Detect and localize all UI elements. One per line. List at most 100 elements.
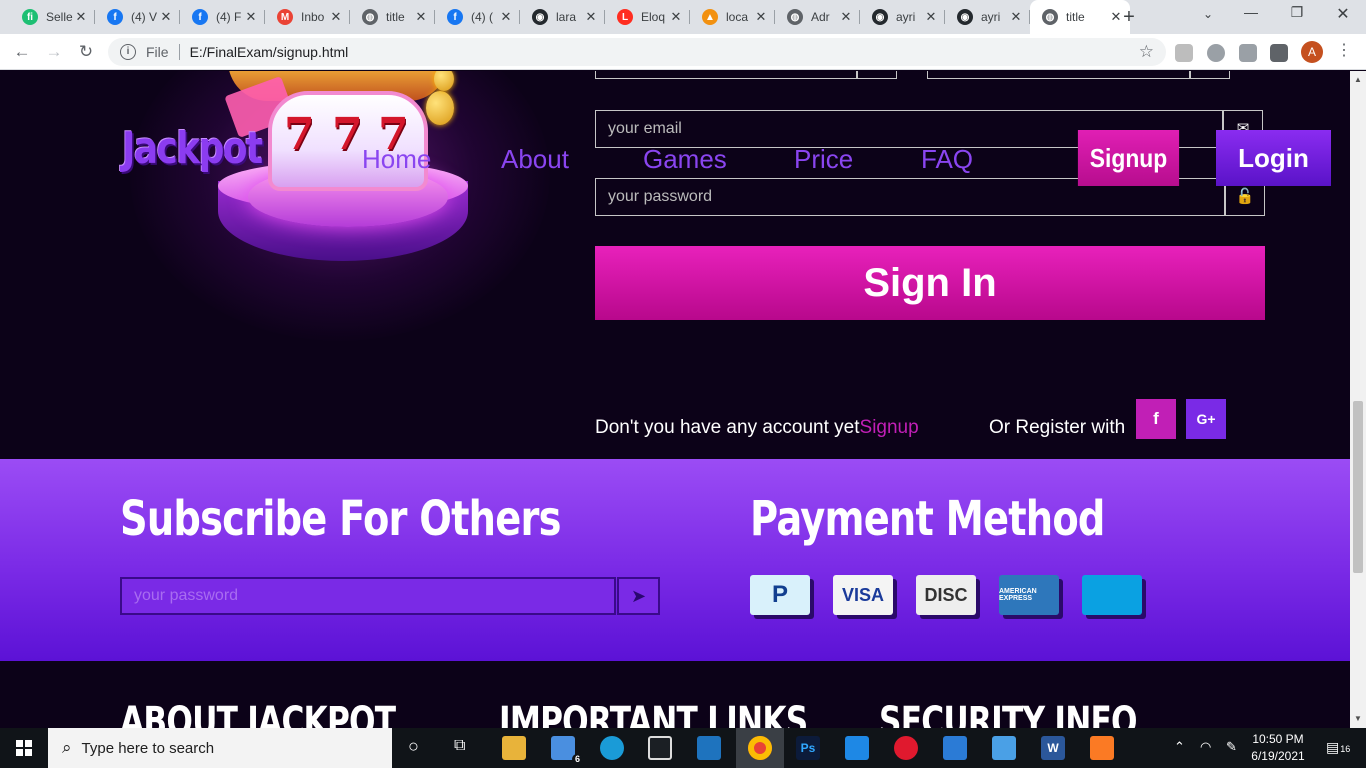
profile-avatar[interactable]: A [1301, 41, 1323, 63]
close-tab-icon[interactable]: ✕ [1008, 9, 1024, 25]
header-login-button[interactable]: Login [1216, 130, 1331, 186]
menu-kebab-icon[interactable]: ⋮ [1336, 40, 1352, 60]
xampp-icon[interactable] [1090, 736, 1114, 760]
close-tab-icon[interactable]: ✕ [668, 9, 684, 25]
browser-tab[interactable]: ▲ loca ✕ [690, 4, 775, 30]
cortana-icon[interactable]: ○ [408, 736, 419, 757]
opera-icon[interactable] [894, 736, 918, 760]
nav-price[interactable]: Price [794, 144, 853, 175]
mail-icon[interactable]: 6 [551, 736, 583, 764]
store-icon[interactable] [648, 736, 672, 760]
nav-about[interactable]: About [501, 144, 569, 175]
browser-tab[interactable]: M Inbo ✕ [265, 4, 350, 30]
discover-icon[interactable]: DISC [916, 575, 976, 615]
close-window-icon[interactable]: ✕ [1328, 4, 1358, 24]
file-explorer-icon[interactable] [502, 736, 526, 760]
task-view-icon[interactable]: ⧉ [454, 737, 465, 755]
chrome-icon[interactable] [748, 736, 772, 760]
edge-icon[interactable] [600, 736, 624, 760]
close-tab-icon[interactable]: ✕ [498, 9, 514, 25]
browser-tab[interactable]: ◉ lara ✕ [520, 4, 605, 30]
account-signup-link[interactable]: Signup [860, 417, 919, 438]
notification-center-icon[interactable]: ▤16 [1326, 739, 1350, 756]
system-clock[interactable]: 10:50 PM 6/19/2021 [1250, 731, 1306, 765]
close-tab-icon[interactable]: ✕ [583, 9, 599, 25]
maximize-icon[interactable]: ❐ [1282, 4, 1312, 21]
taskbar-search[interactable]: ⌕ Type here to search [48, 728, 392, 768]
new-tab-button[interactable]: + [1118, 6, 1140, 29]
close-tab-icon[interactable]: ✕ [328, 9, 344, 25]
search-icon: ⌕ [62, 738, 72, 757]
network-icon[interactable]: ◠ [1200, 739, 1211, 755]
tab-search-icon[interactable]: ⌄ [1193, 7, 1223, 21]
scroll-up-arrow[interactable]: ▲ [1354, 75, 1362, 84]
close-tab-icon[interactable]: ✕ [243, 9, 259, 25]
scrollbar-thumb[interactable] [1353, 401, 1363, 573]
minimize-icon[interactable]: — [1236, 4, 1266, 20]
photos-icon[interactable] [992, 736, 1016, 760]
site-logo[interactable]: Jackpot [122, 123, 263, 174]
browser-tab[interactable]: ◍ Adr ✕ [775, 4, 860, 30]
taskbar-search-placeholder: Type here to search [81, 739, 215, 757]
google-plus-icon[interactable]: G+ [1186, 399, 1226, 439]
visa-icon[interactable]: VISA [833, 575, 893, 615]
close-tab-icon[interactable]: ✕ [73, 9, 89, 25]
reload-icon[interactable]: ↻ [76, 42, 96, 62]
browser-tab[interactable]: f (4) V ✕ [95, 4, 180, 30]
globe-icon: ◍ [787, 9, 803, 25]
browser-tab[interactable]: ◉ ayri ✕ [945, 4, 1030, 30]
nav-games[interactable]: Games [643, 144, 727, 175]
vscode-icon[interactable] [845, 736, 869, 760]
send-icon[interactable]: ➤ [617, 577, 660, 615]
facebook-icon: f [447, 9, 463, 25]
browser-tab[interactable]: ◉ ayri ✕ [860, 4, 945, 30]
nav-faq[interactable]: FAQ [921, 144, 973, 175]
tab-title: ayri [981, 10, 1001, 24]
browser-tab[interactable]: f (4) F ✕ [180, 4, 265, 30]
page-scrollbar[interactable]: ▲ ▼ [1350, 71, 1366, 728]
browser-tab[interactable]: fi Selle ✕ [10, 4, 95, 30]
last-name-field[interactable] [927, 71, 1190, 79]
laravel-icon: L [617, 9, 633, 25]
pen-icon[interactable]: ✎ [1226, 739, 1237, 755]
pdf-extension-icon[interactable] [1175, 44, 1193, 62]
bookmark-star-icon[interactable]: ☆ [1139, 42, 1154, 62]
photoshop-icon[interactable]: Ps [796, 736, 820, 760]
address-bar[interactable]: i File E:/FinalExam/signup.html ☆ [108, 38, 1166, 66]
url-text[interactable]: E:/FinalExam/signup.html [190, 44, 349, 60]
tab-title: loca [726, 10, 749, 24]
scroll-down-arrow[interactable]: ▼ [1354, 714, 1362, 723]
nav-home[interactable]: Home [362, 144, 431, 175]
close-tab-icon[interactable]: ✕ [413, 9, 429, 25]
puzzle-extensions-icon[interactable] [1270, 44, 1288, 62]
subscribe-title: Subscribe For Others [120, 491, 561, 547]
close-tab-icon[interactable]: ✕ [753, 9, 769, 25]
windows-start-icon[interactable] [16, 740, 32, 756]
facebook-icon[interactable]: f [1136, 399, 1176, 439]
subscribe-input[interactable]: your password [120, 577, 616, 615]
first-name-icon [857, 71, 897, 79]
vpn-extension-icon[interactable] [1207, 44, 1225, 62]
forward-icon[interactable]: → [44, 42, 64, 62]
first-name-field[interactable] [595, 71, 857, 79]
close-tab-icon[interactable]: ✕ [158, 9, 174, 25]
browser-tab[interactable]: ◍ title ✕ [350, 4, 435, 30]
browser-tab[interactable]: L Eloq ✕ [605, 4, 690, 30]
header-signup-button[interactable]: Signup [1077, 130, 1180, 186]
back-icon[interactable]: ← [12, 42, 32, 62]
close-tab-icon[interactable]: ✕ [923, 9, 939, 25]
last-name-icon [1190, 71, 1230, 79]
mastercard-icon[interactable] [1082, 575, 1142, 615]
site-info-icon[interactable]: i [120, 44, 136, 60]
browser-tab[interactable]: f (4) (✕ [435, 4, 520, 30]
amex-icon[interactable]: AMERICAN EXPRESS [999, 575, 1059, 615]
show-hidden-icons-icon[interactable]: ⌃ [1174, 739, 1185, 755]
app-icon[interactable] [697, 736, 721, 760]
paypal-icon[interactable]: P [750, 575, 810, 615]
sign-in-button[interactable]: Sign In [595, 246, 1265, 320]
media-player-icon[interactable] [943, 736, 967, 760]
browser-tab[interactable]: ◍ title ✕ [1030, 0, 1130, 34]
close-tab-icon[interactable]: ✕ [838, 9, 854, 25]
word-icon[interactable]: W [1041, 736, 1065, 760]
camera-extension-icon[interactable] [1239, 44, 1257, 62]
